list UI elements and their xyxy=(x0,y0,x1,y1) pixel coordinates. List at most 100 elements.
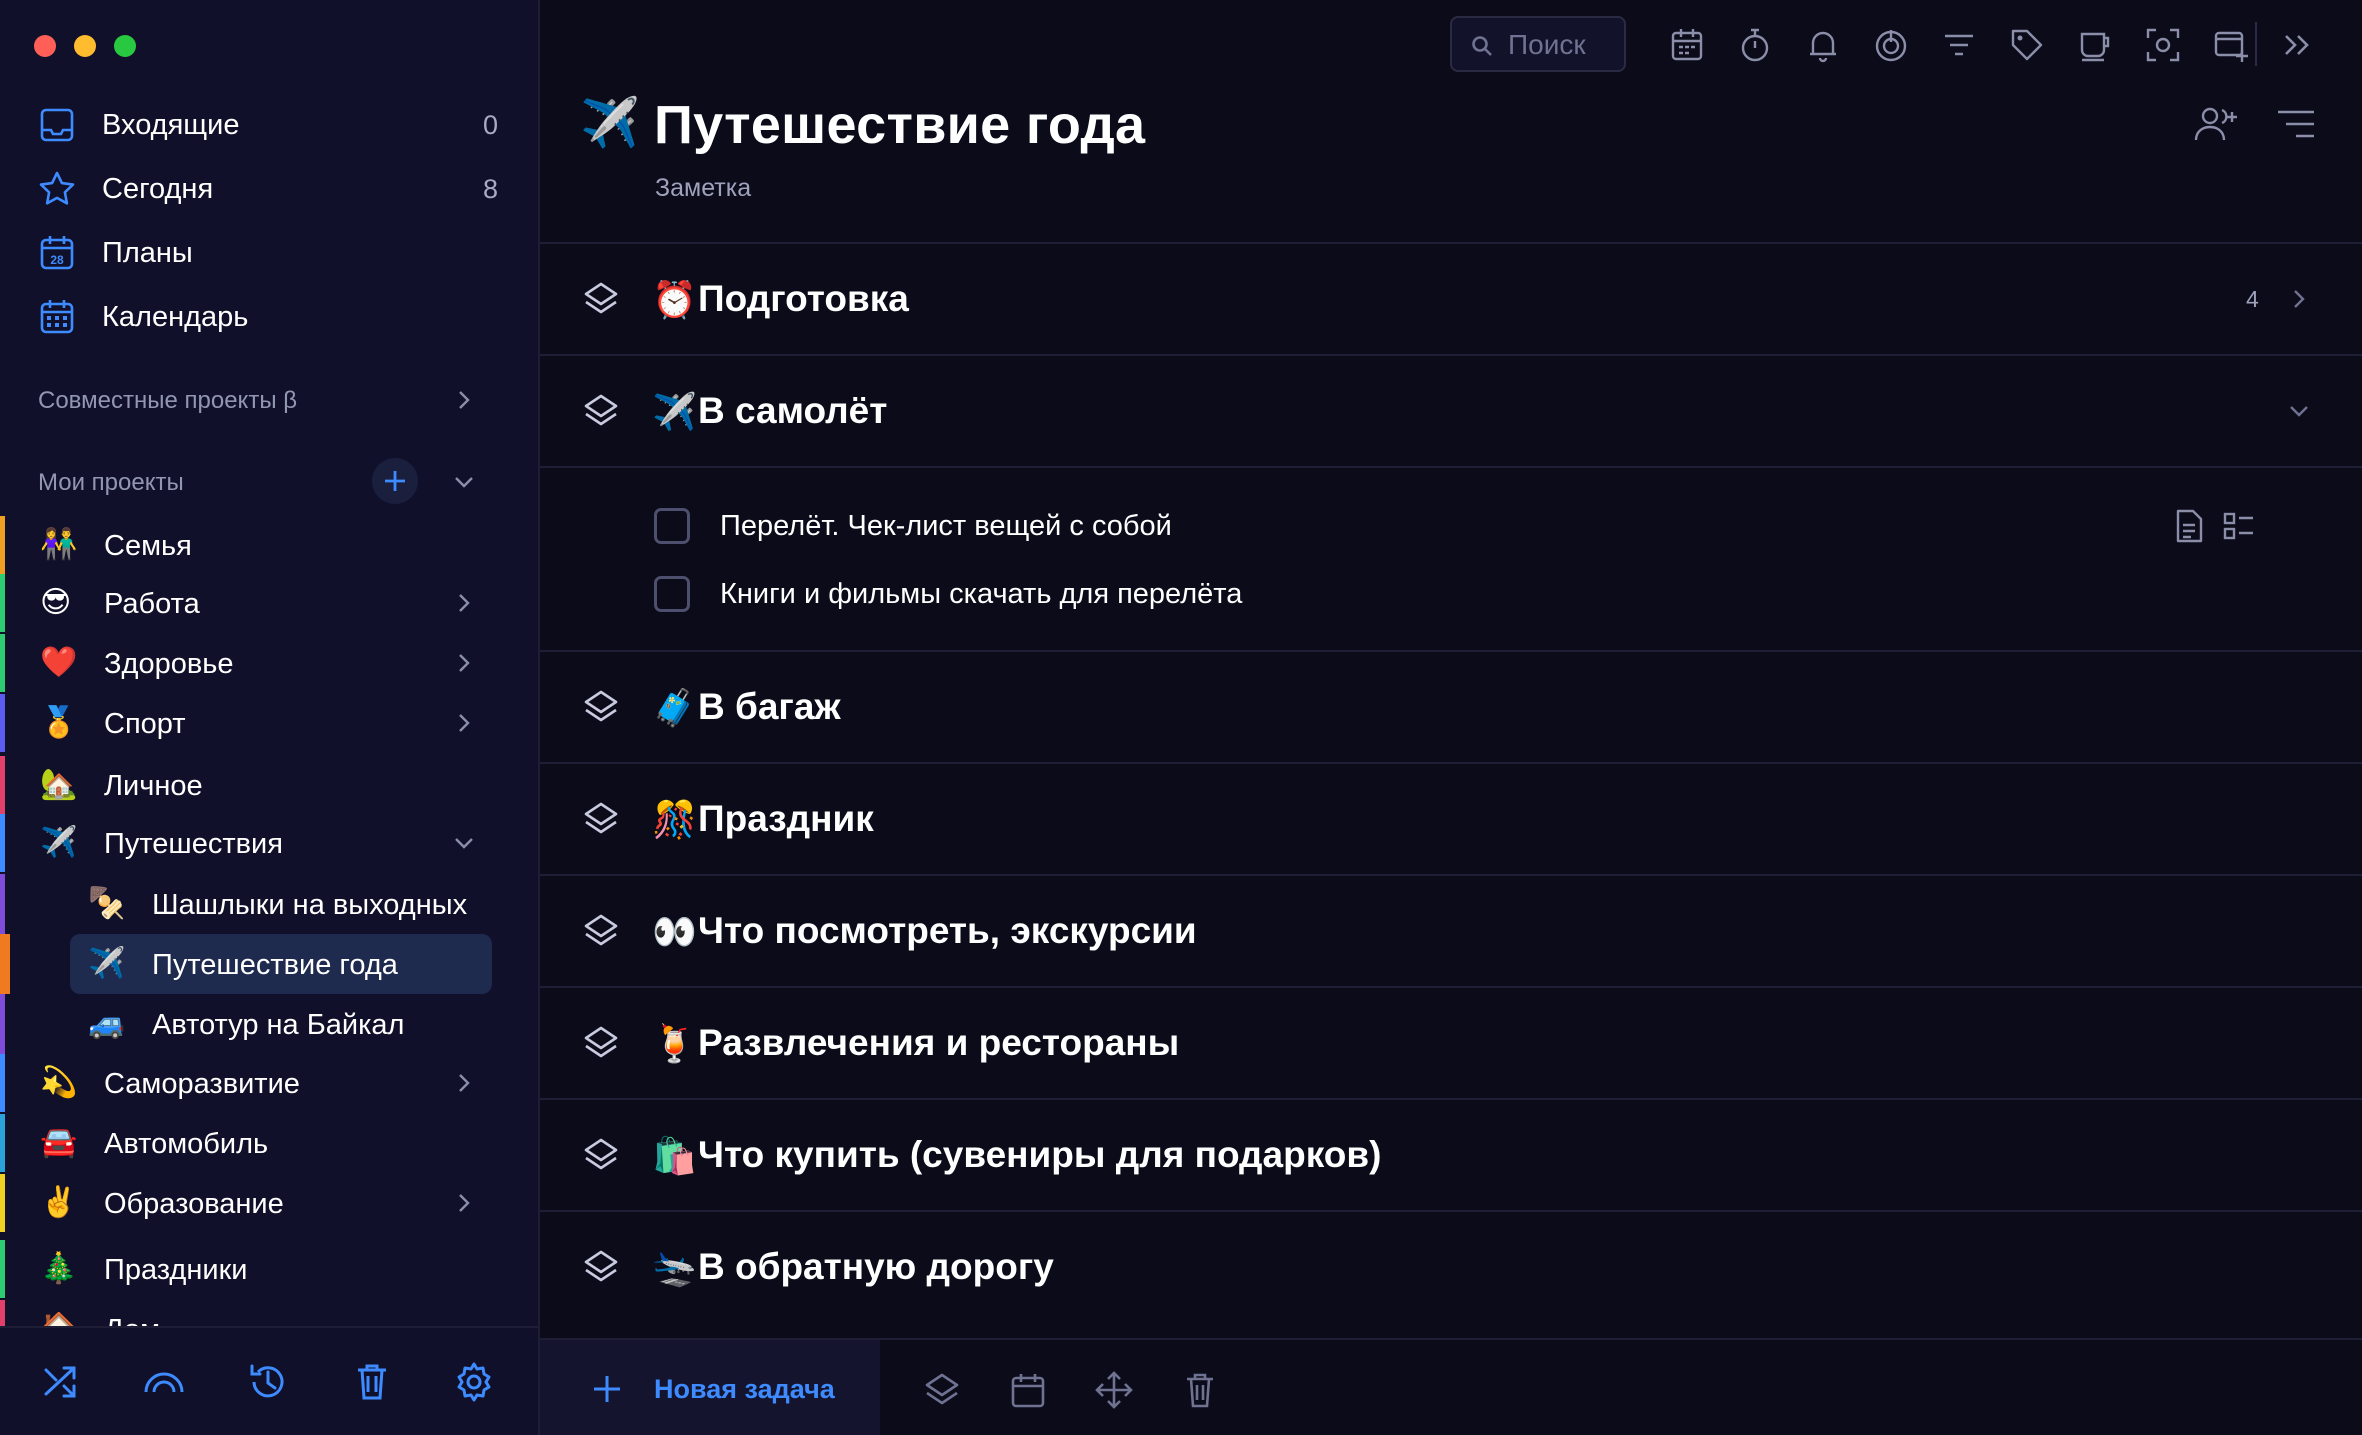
page-title[interactable]: Путешествие года xyxy=(654,94,1145,156)
project-label: Работа xyxy=(104,588,200,620)
screenshot-icon[interactable] xyxy=(2144,26,2182,64)
section-row[interactable]: 🎊 Праздник xyxy=(540,762,2362,874)
divider xyxy=(540,466,2362,468)
subproject-item[interactable]: 🚙 Автотур на Байкал xyxy=(70,994,492,1054)
chevron-down-icon[interactable] xyxy=(2284,396,2314,426)
project-item[interactable]: 💫 Саморазвитие xyxy=(0,1054,538,1112)
nav-calendar[interactable]: Календарь xyxy=(0,288,538,346)
sort-icon[interactable] xyxy=(2276,108,2316,142)
filter-icon[interactable] xyxy=(1940,26,1978,64)
page-note[interactable]: Заметка xyxy=(655,174,751,203)
subproject-item-active[interactable]: ✈️ Путешествие года xyxy=(70,934,492,994)
inbox-icon xyxy=(40,108,74,142)
task-checkbox[interactable] xyxy=(654,576,690,612)
history-icon[interactable] xyxy=(246,1360,290,1404)
chevron-right-icon[interactable] xyxy=(450,649,478,677)
bell-icon[interactable] xyxy=(1804,26,1842,64)
calendar-icon[interactable] xyxy=(1008,1370,1048,1410)
chevron-right-icon[interactable] xyxy=(450,589,478,617)
project-color-stripe xyxy=(0,756,5,814)
nav-today-label: Сегодня xyxy=(102,172,214,205)
project-label: Личное xyxy=(104,770,203,802)
project-color-stripe xyxy=(0,1114,5,1172)
nav-inbox-label: Входящие xyxy=(102,108,240,141)
chevron-down-icon[interactable] xyxy=(450,829,478,857)
new-task-button[interactable]: Новая задача xyxy=(540,1340,880,1435)
coffee-break-icon[interactable] xyxy=(2076,26,2114,64)
task-row[interactable]: Книги и фильмы скачать для перелёта xyxy=(540,560,2362,626)
active-indicator xyxy=(0,934,10,994)
focus-target-icon[interactable] xyxy=(1872,26,1910,64)
trash-icon[interactable] xyxy=(1180,1370,1220,1410)
project-item[interactable]: 🏡 Личное xyxy=(0,756,538,814)
minimize-window-button[interactable] xyxy=(74,35,96,57)
close-window-button[interactable] xyxy=(34,35,56,57)
calendar-icon[interactable] xyxy=(1668,26,1706,64)
add-card-icon[interactable] xyxy=(2212,26,2250,64)
star-icon xyxy=(39,171,75,205)
timer-icon[interactable] xyxy=(1736,26,1774,64)
chevron-down-icon[interactable] xyxy=(450,468,478,496)
layers-icon xyxy=(584,1026,618,1058)
task-row[interactable]: Перелёт. Чек-лист вещей с собой xyxy=(540,492,2362,558)
project-item[interactable]: 🎄 Праздники xyxy=(0,1240,538,1298)
note-document-icon[interactable] xyxy=(2172,508,2206,544)
chevron-right-icon[interactable] xyxy=(450,386,478,414)
section-row[interactable]: 👀 Что посмотреть, экскурсии xyxy=(540,874,2362,986)
rainbow-icon[interactable] xyxy=(142,1360,186,1404)
task-checkbox[interactable] xyxy=(654,508,690,544)
project-emoji: 🏅 xyxy=(40,706,78,739)
chevron-right-icon[interactable] xyxy=(450,1069,478,1097)
section-row[interactable]: ✈️ В самолёт xyxy=(540,354,2362,466)
nav-plans[interactable]: 28 Планы xyxy=(0,224,538,282)
layers-icon xyxy=(584,1138,618,1170)
chevron-right-icon[interactable] xyxy=(2284,284,2314,314)
section-title: Что купить (сувениры для подарков) xyxy=(698,1134,1382,1175)
project-item[interactable]: 👫 Семья xyxy=(0,516,538,574)
shared-projects-header[interactable]: Совместные проекты β xyxy=(38,387,297,415)
project-color-stripe xyxy=(0,1174,5,1232)
project-item[interactable]: ❤️ Здоровье xyxy=(0,634,538,692)
project-emoji: ❤️ xyxy=(40,646,78,679)
trash-icon[interactable] xyxy=(350,1360,394,1404)
chevron-right-icon[interactable] xyxy=(450,1189,478,1217)
nav-inbox[interactable]: Входящие 0 xyxy=(0,96,538,154)
section-row[interactable]: ⏰ Подготовка 4 xyxy=(540,242,2362,354)
project-item[interactable]: 😎 Работа xyxy=(0,574,538,632)
sidebar: Входящие 0 Сегодня 8 28 Планы Календарь … xyxy=(0,0,540,1435)
project-item[interactable]: ✌️ Образование xyxy=(0,1174,538,1232)
chevron-right-icon[interactable] xyxy=(450,709,478,737)
section-row[interactable]: 🍹 Развлечения и рестораны xyxy=(540,986,2362,1098)
project-item[interactable]: ✈️ Путешествия xyxy=(0,814,538,872)
project-color-stripe xyxy=(0,694,5,752)
nav-plans-label: Планы xyxy=(102,236,193,269)
calendar-28-icon: 28 xyxy=(40,236,74,270)
add-member-icon[interactable] xyxy=(2192,104,2240,144)
settings-gear-icon[interactable] xyxy=(452,1360,496,1404)
section-row[interactable]: 🛍️ Что купить (сувениры для подарков) xyxy=(540,1098,2362,1210)
project-emoji: 👫 xyxy=(40,528,78,561)
search-box[interactable] xyxy=(1450,16,1626,72)
project-item[interactable]: 🏅 Спорт xyxy=(0,694,538,752)
sidebar-footer xyxy=(0,1326,538,1435)
zoom-window-button[interactable] xyxy=(114,35,136,57)
project-item[interactable]: 🚘 Автомобиль xyxy=(0,1114,538,1172)
section-emoji: 🍹 xyxy=(652,1023,697,1064)
double-chevron-right-icon[interactable] xyxy=(2278,26,2316,64)
subproject-item[interactable]: 🍢 Шашлыки на выходных xyxy=(70,874,492,934)
layers-icon[interactable] xyxy=(922,1370,962,1410)
section-row[interactable]: 🧳 В багаж xyxy=(540,650,2362,762)
nav-today[interactable]: Сегодня 8 xyxy=(0,160,538,218)
tag-icon[interactable] xyxy=(2008,26,2046,64)
checklist-icon[interactable] xyxy=(2222,508,2256,544)
move-arrows-icon[interactable] xyxy=(1094,1370,1134,1410)
shuffle-icon[interactable] xyxy=(40,1360,84,1404)
section-title: Что посмотреть, экскурсии xyxy=(698,910,1197,951)
search-input[interactable] xyxy=(1508,28,1618,62)
project-color-stripe xyxy=(0,814,5,872)
layers-icon xyxy=(584,914,618,946)
section-row[interactable]: 🛬 В обратную дорогу xyxy=(540,1210,2362,1322)
task-label: Книги и фильмы скачать для перелёта xyxy=(720,578,1243,610)
add-project-button[interactable] xyxy=(372,458,418,504)
project-label: Саморазвитие xyxy=(104,1068,300,1100)
